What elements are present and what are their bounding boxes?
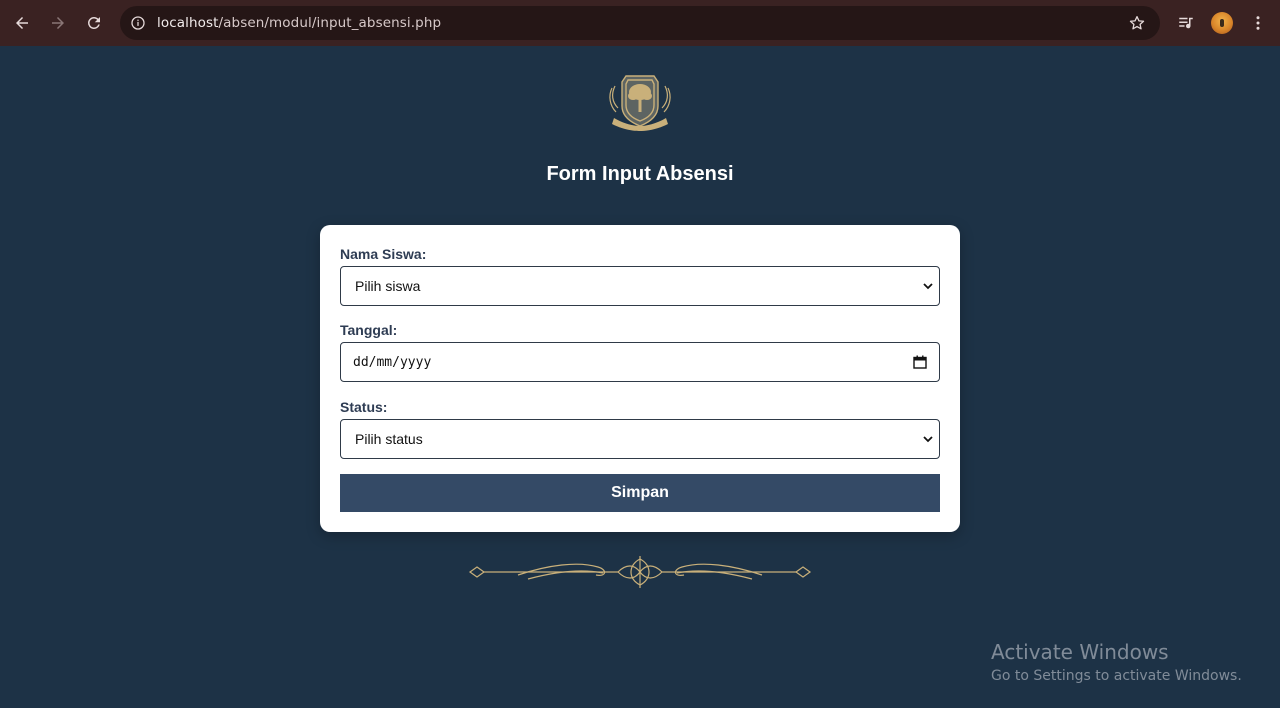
profile-avatar[interactable] [1211, 12, 1233, 34]
tanggal-placeholder: dd/mm/yyyy [353, 355, 432, 370]
address-bar[interactable]: localhost/absen/modul/input_absensi.php [120, 6, 1160, 40]
nama-siswa-label: Nama Siswa: [340, 246, 427, 262]
ornament-divider [468, 556, 812, 588]
tanggal-label: Tanggal: [340, 322, 398, 338]
calendar-icon[interactable] [913, 355, 927, 369]
forward-button[interactable] [46, 11, 70, 35]
url-host: localhost [157, 15, 219, 31]
windows-activation-watermark: Activate Windows Go to Settings to activ… [991, 640, 1242, 684]
status-label: Status: [340, 399, 388, 415]
chevron-down-icon [923, 436, 933, 443]
tanggal-date-input[interactable]: dd/mm/yyyy [340, 342, 940, 382]
bookmark-star-icon[interactable] [1128, 14, 1146, 32]
status-select[interactable]: Pilih status [340, 419, 940, 459]
attendance-form-card: Nama Siswa: Pilih siswa Tanggal: dd/mm/y… [320, 225, 960, 532]
url-text[interactable]: localhost/absen/modul/input_absensi.php [157, 15, 441, 31]
menu-kebab-icon[interactable] [1247, 12, 1269, 34]
site-info-icon[interactable] [128, 13, 148, 33]
reload-icon [87, 16, 100, 29]
url-path: /absen/modul/input_absensi.php [218, 15, 442, 31]
chevron-down-icon [923, 283, 933, 290]
watermark-subtitle: Go to Settings to activate Windows. [991, 668, 1242, 684]
media-queue-icon[interactable] [1175, 12, 1197, 34]
back-button[interactable] [10, 11, 34, 35]
status-selected-value: Pilih status [355, 431, 423, 447]
arrow-right-icon [52, 17, 64, 29]
nama-siswa-selected-value: Pilih siswa [355, 278, 421, 294]
arrow-left-icon [16, 17, 28, 29]
page-title: Form Input Absensi [546, 163, 734, 185]
nama-siswa-select[interactable]: Pilih siswa [340, 266, 940, 306]
browser-toolbar: localhost/absen/modul/input_absensi.php [0, 0, 1280, 46]
school-crest-logo [609, 75, 671, 131]
simpan-button[interactable]: Simpan [340, 474, 940, 512]
reload-button[interactable] [82, 11, 106, 35]
watermark-title: Activate Windows [991, 640, 1169, 664]
